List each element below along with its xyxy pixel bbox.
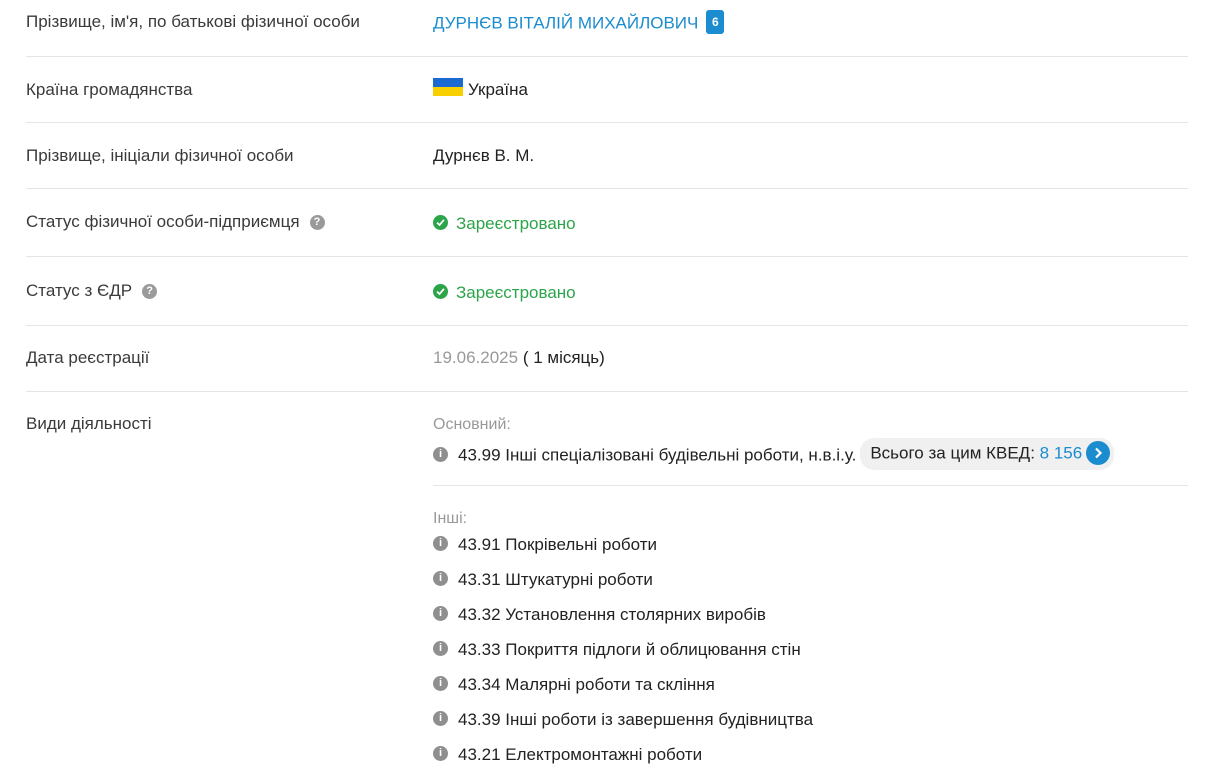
kved-total-button[interactable]: Всього за цим КВЕД: 8 156 [860,438,1115,470]
fop-status-text: Зареєстровано [456,214,576,233]
list-item: i 43.39 Інші роботи із завершення будівни… [433,710,813,745]
initials-label: Прізвище, ініціали фізичної особи [26,146,294,165]
info-circle-icon[interactable]: i [433,641,448,657]
edr-status-text: Зареєстровано [456,283,576,302]
fop-status-value: Зареєстровано [433,214,576,234]
country-name: Україна [468,80,528,99]
question-circle-icon[interactable]: ? [142,284,158,300]
registration-date-label: Дата реєстрації [26,348,150,367]
initials-value: Дурнєв В. М. [433,146,535,165]
list-item: i 43.34 Малярні роботи та скління [433,675,813,710]
kved-total-label: Всього за цим КВЕД: [870,443,1035,463]
activity-text: 43.32 Установлення столярних виробів [458,605,766,624]
registration-duration: ( 1 місяць) [522,348,605,367]
main-activity: i 43.99 Інші спеціалізовані будівельні ро… [433,438,1115,472]
list-item: i 43.21 Електромонтажні роботи [433,745,813,780]
info-circle-icon[interactable]: i [433,711,448,727]
other-activities-label: Інші: [433,510,468,527]
divider [433,485,1188,486]
info-circle-icon[interactable]: i [433,676,448,692]
activity-text: 43.34 Малярні роботи та скління [458,675,715,694]
info-circle-icon[interactable]: i [433,536,448,552]
edr-status-label: Статус з ЄДР? [26,281,158,301]
activity-text: 43.39 Інші роботи із завершення будівниц… [458,710,814,729]
divider [26,122,1188,123]
registration-date: 19.06.2025 [433,348,519,367]
activity-text: 43.31 Штукатурні роботи [458,570,653,589]
full-name-value: ДУРНЄВ ВІТАЛІЙ МИХАЙЛОВИЧ 6 [433,10,725,36]
info-circle-icon[interactable]: i [433,746,448,762]
edr-status-label-text: Статус з ЄДР [26,281,133,300]
fop-status-label: Статус фізичної особи-підприємця? [26,212,325,232]
activity-text: 43.91 Покрівельні роботи [458,535,658,554]
edr-status-value: Зареєстровано [433,283,576,303]
related-count-badge[interactable]: 6 [706,10,725,34]
activity-text: 43.33 Покриття підлоги й облицювання сті… [458,640,801,659]
list-item: i 43.33 Покриття підлоги й облицювання ст… [433,640,813,675]
info-circle-icon[interactable]: i [433,446,448,462]
divider [26,188,1188,189]
chevron-right-icon [1086,441,1111,465]
divider [26,56,1188,57]
activities-label: Види діяльності [26,414,152,433]
info-circle-icon[interactable]: i [433,571,448,587]
question-circle-icon[interactable]: ? [309,215,325,231]
citizenship-value: Україна [433,77,528,100]
check-circle-icon [433,284,448,300]
check-circle-icon [433,215,448,231]
list-item: i 43.32 Установлення столярних виробів [433,605,813,640]
fop-status-label-text: Статус фізичної особи-підприємця [26,212,300,231]
ukraine-flag-icon [433,77,463,96]
registration-date-value: 19.06.2025 ( 1 місяць) [433,348,605,368]
list-item: i 43.31 Штукатурні роботи [433,570,813,605]
other-activities-list: i 43.91 Покрівельні роботи i 43.31 Штукату… [433,535,813,780]
main-activity-text: 43.99 Інші спеціалізовані будівельні роб… [458,445,857,465]
kved-total-count: 8 156 [1039,443,1083,463]
list-item: i 43.91 Покрівельні роботи [433,535,813,570]
info-circle-icon[interactable]: i [433,606,448,622]
activity-text: 43.21 Електромонтажні роботи [458,745,703,764]
divider [26,256,1188,257]
full-name-label: Прізвище, ім'я, по батькові фізичної осо… [26,12,360,31]
main-activity-label: Основний: [433,416,511,433]
citizenship-label: Країна громадянства [26,80,193,99]
divider [26,391,1188,392]
divider [26,325,1188,326]
full-name-link[interactable]: ДУРНЄВ ВІТАЛІЙ МИХАЙЛОВИЧ [433,13,698,32]
